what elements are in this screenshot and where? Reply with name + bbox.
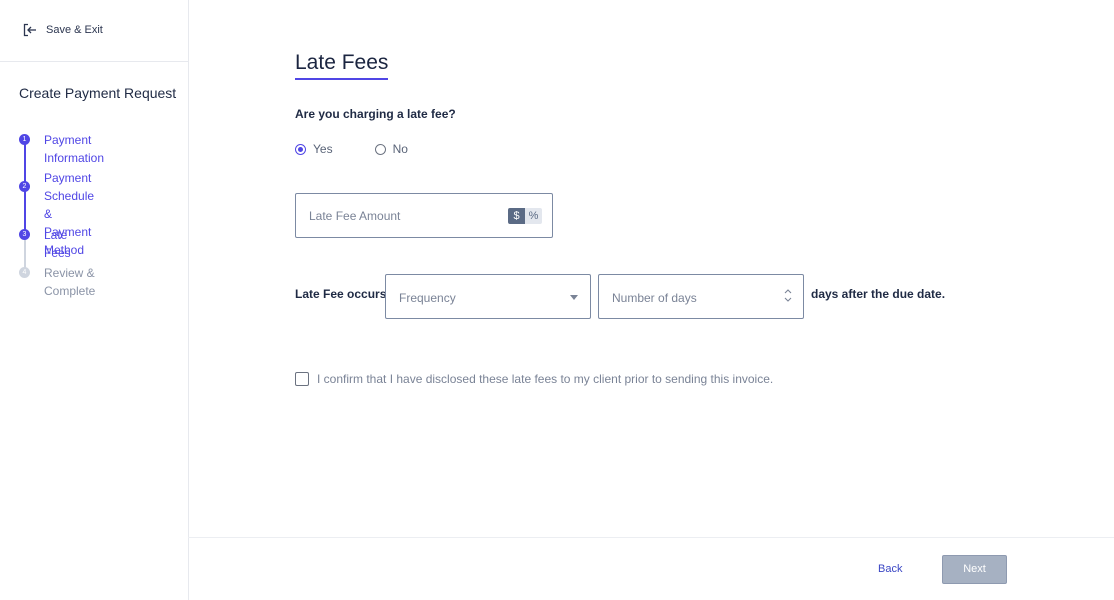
sidebar-title: Create Payment Request	[19, 85, 177, 101]
step-2-label-line-1: Payment Schedule &	[44, 171, 95, 221]
late-fee-occurs-label: Late Fee occurs	[295, 287, 387, 301]
next-button[interactable]: Next	[942, 555, 1007, 584]
radio-yes-label: Yes	[313, 142, 333, 156]
number-of-days-placeholder: Number of days	[612, 291, 697, 305]
frequency-placeholder: Frequency	[399, 291, 456, 305]
app-window: Save & Exit Create Payment Request 1 Pay…	[0, 0, 1114, 600]
confirm-disclosure[interactable]: I confirm that I have disclosed these la…	[295, 372, 773, 386]
save-exit-label: Save & Exit	[46, 24, 103, 36]
chevron-up-icon[interactable]	[784, 288, 792, 294]
back-button[interactable]: Back	[878, 563, 902, 575]
radio-yes[interactable]: Yes	[295, 142, 333, 156]
save-exit-button[interactable]: Save & Exit	[22, 22, 103, 38]
unit-toggle: $ %	[508, 208, 542, 224]
step-late-fees[interactable]: Late Fees	[44, 226, 71, 262]
radio-no-indicator[interactable]	[374, 143, 386, 155]
step-3-number: 3	[19, 229, 30, 240]
chevron-down-icon	[570, 295, 578, 300]
footer-divider	[188, 537, 1114, 538]
dollar-unit-button[interactable]: $	[508, 208, 525, 224]
late-fee-amount-input[interactable]: Late Fee Amount $ %	[295, 193, 553, 238]
step-review-complete: Review & Complete	[44, 266, 96, 298]
chevron-down-icon[interactable]	[784, 297, 792, 303]
days-after-due-date-label: days after the due date.	[811, 287, 946, 301]
percent-unit-button[interactable]: %	[525, 208, 542, 224]
page-title: Late Fees	[295, 51, 389, 80]
radio-no-label: No	[392, 142, 408, 156]
step-payment-information[interactable]: Payment Information	[44, 131, 104, 167]
step-2-number: 2	[19, 181, 30, 192]
confirm-checkbox[interactable]	[295, 372, 309, 386]
sidebar: Save & Exit Create Payment Request 1 Pay…	[0, 0, 189, 600]
confirm-label: I confirm that I have disclosed these la…	[317, 372, 774, 386]
late-fee-amount-placeholder: Late Fee Amount	[309, 209, 401, 223]
days-stepper	[784, 288, 792, 303]
number-of-days-input[interactable]: Number of days	[598, 274, 804, 319]
late-fee-radio-group: Yes No	[295, 142, 408, 156]
late-fee-question: Are you charging a late fee?	[295, 107, 456, 121]
radio-no[interactable]: No	[374, 142, 408, 156]
frequency-select[interactable]: Frequency	[385, 274, 591, 319]
sidebar-divider	[0, 61, 188, 62]
exit-icon	[23, 23, 36, 37]
step-4-number: 4	[19, 267, 30, 278]
step-1-number: 1	[19, 134, 30, 145]
radio-yes-indicator[interactable]	[295, 143, 306, 155]
